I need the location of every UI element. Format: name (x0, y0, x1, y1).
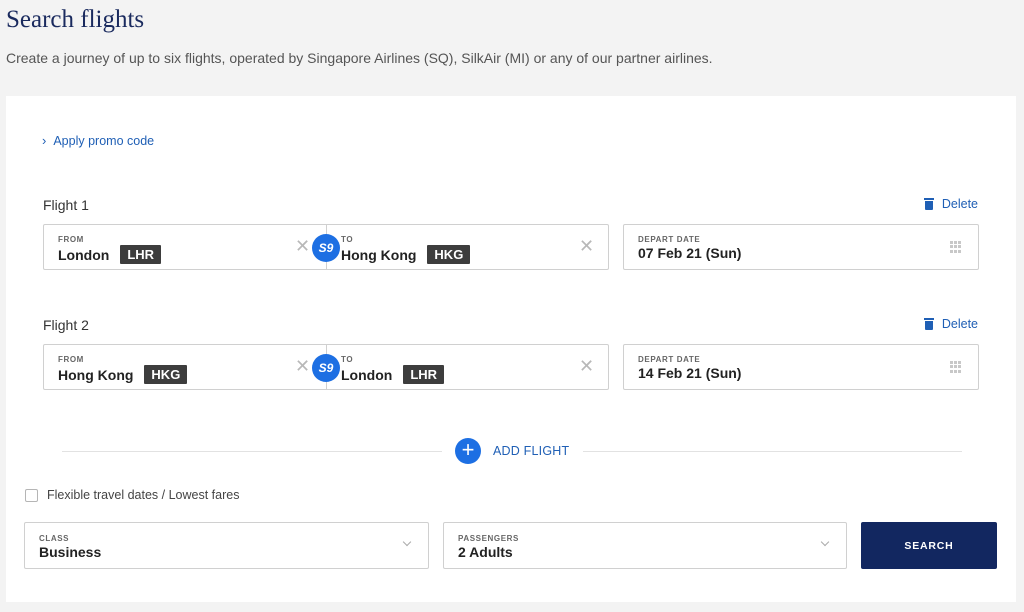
clear-from-icon[interactable]: ✕ (295, 237, 310, 255)
add-flight-row: + ADD FLIGHT (62, 438, 962, 464)
to-label: TO (341, 235, 354, 244)
delete-label: Delete (941, 197, 978, 211)
passengers-label: PASSENGERS (458, 534, 519, 543)
swap-route-button[interactable]: S9 (312, 354, 340, 382)
class-select[interactable]: CLASS Business (24, 522, 429, 569)
apply-promo-code-link[interactable]: › Apply promo code (42, 133, 154, 148)
clear-to-icon[interactable]: ✕ (579, 357, 594, 375)
swap-route-button[interactable]: S9 (312, 234, 340, 262)
to-city-name: Hong Kong (341, 246, 417, 263)
add-flight-label[interactable]: ADD FLIGHT (493, 444, 569, 458)
flight-2-route: FROM Hong Kong HKG ✕ S9 TO London LHR ✕ (43, 344, 609, 390)
delete-label: Delete (941, 317, 978, 331)
from-city-name: London (58, 246, 110, 263)
trash-icon (923, 198, 934, 210)
class-label: CLASS (39, 534, 70, 543)
flight-2-depart-date-field[interactable]: DEPART DATE 14 Feb 21 (Sun) (623, 344, 979, 390)
trash-icon (923, 318, 934, 330)
from-label: FROM (58, 355, 84, 364)
chevron-right-icon: › (42, 133, 47, 148)
from-city-name: Hong Kong (58, 366, 134, 383)
chevron-down-icon (820, 537, 830, 547)
flight-1-depart-date-field[interactable]: DEPART DATE 07 Feb 21 (Sun) (623, 224, 979, 270)
divider-line (62, 451, 442, 452)
passengers-select[interactable]: PASSENGERS 2 Adults (443, 522, 847, 569)
page-title: Search flights (6, 6, 145, 33)
from-city: Hong Kong HKG (58, 365, 188, 384)
to-airport-code: HKG (427, 245, 471, 264)
search-form-card: › Apply promo code Flight 1 Delete FROM … (6, 96, 1016, 602)
divider-line (583, 451, 962, 452)
depart-date-value: 14 Feb 21 (Sun) (638, 365, 742, 381)
flexible-dates-checkbox[interactable] (25, 488, 38, 502)
flexible-dates-option[interactable]: Flexible travel dates / Lowest fares (25, 488, 239, 502)
flight-2-delete-button[interactable]: Delete (923, 317, 978, 331)
chevron-down-icon (402, 537, 412, 547)
calendar-icon (950, 241, 962, 253)
depart-date-label: DEPART DATE (638, 355, 701, 364)
add-flight-button[interactable]: + (455, 438, 481, 464)
passengers-value: 2 Adults (458, 544, 513, 560)
flight-1-delete-button[interactable]: Delete (923, 197, 978, 211)
from-city: London LHR (58, 245, 162, 264)
from-label: FROM (58, 235, 84, 244)
flight-2-label: Flight 2 (43, 317, 89, 333)
to-airport-code: LHR (403, 365, 445, 384)
clear-from-icon[interactable]: ✕ (295, 357, 310, 375)
from-airport-code: HKG (144, 365, 188, 384)
page-subtitle: Create a journey of up to six flights, o… (6, 50, 713, 66)
flight-1-label: Flight 1 (43, 197, 89, 213)
to-city-name: London (341, 366, 393, 383)
to-city: London LHR (341, 365, 445, 384)
apply-promo-code-label: Apply promo code (53, 133, 155, 148)
class-value: Business (39, 544, 102, 560)
search-button[interactable]: SEARCH (861, 522, 997, 569)
clear-to-icon[interactable]: ✕ (579, 237, 594, 255)
depart-date-value: 07 Feb 21 (Sun) (638, 245, 742, 261)
depart-date-label: DEPART DATE (638, 235, 701, 244)
to-city: Hong Kong HKG (341, 245, 471, 264)
calendar-icon (950, 361, 962, 373)
to-label: TO (341, 355, 354, 364)
flight-1-route: FROM London LHR ✕ S9 TO Hong Kong HKG ✕ (43, 224, 609, 270)
flexible-dates-label: Flexible travel dates / Lowest fares (47, 488, 240, 502)
from-airport-code: LHR (120, 245, 162, 264)
